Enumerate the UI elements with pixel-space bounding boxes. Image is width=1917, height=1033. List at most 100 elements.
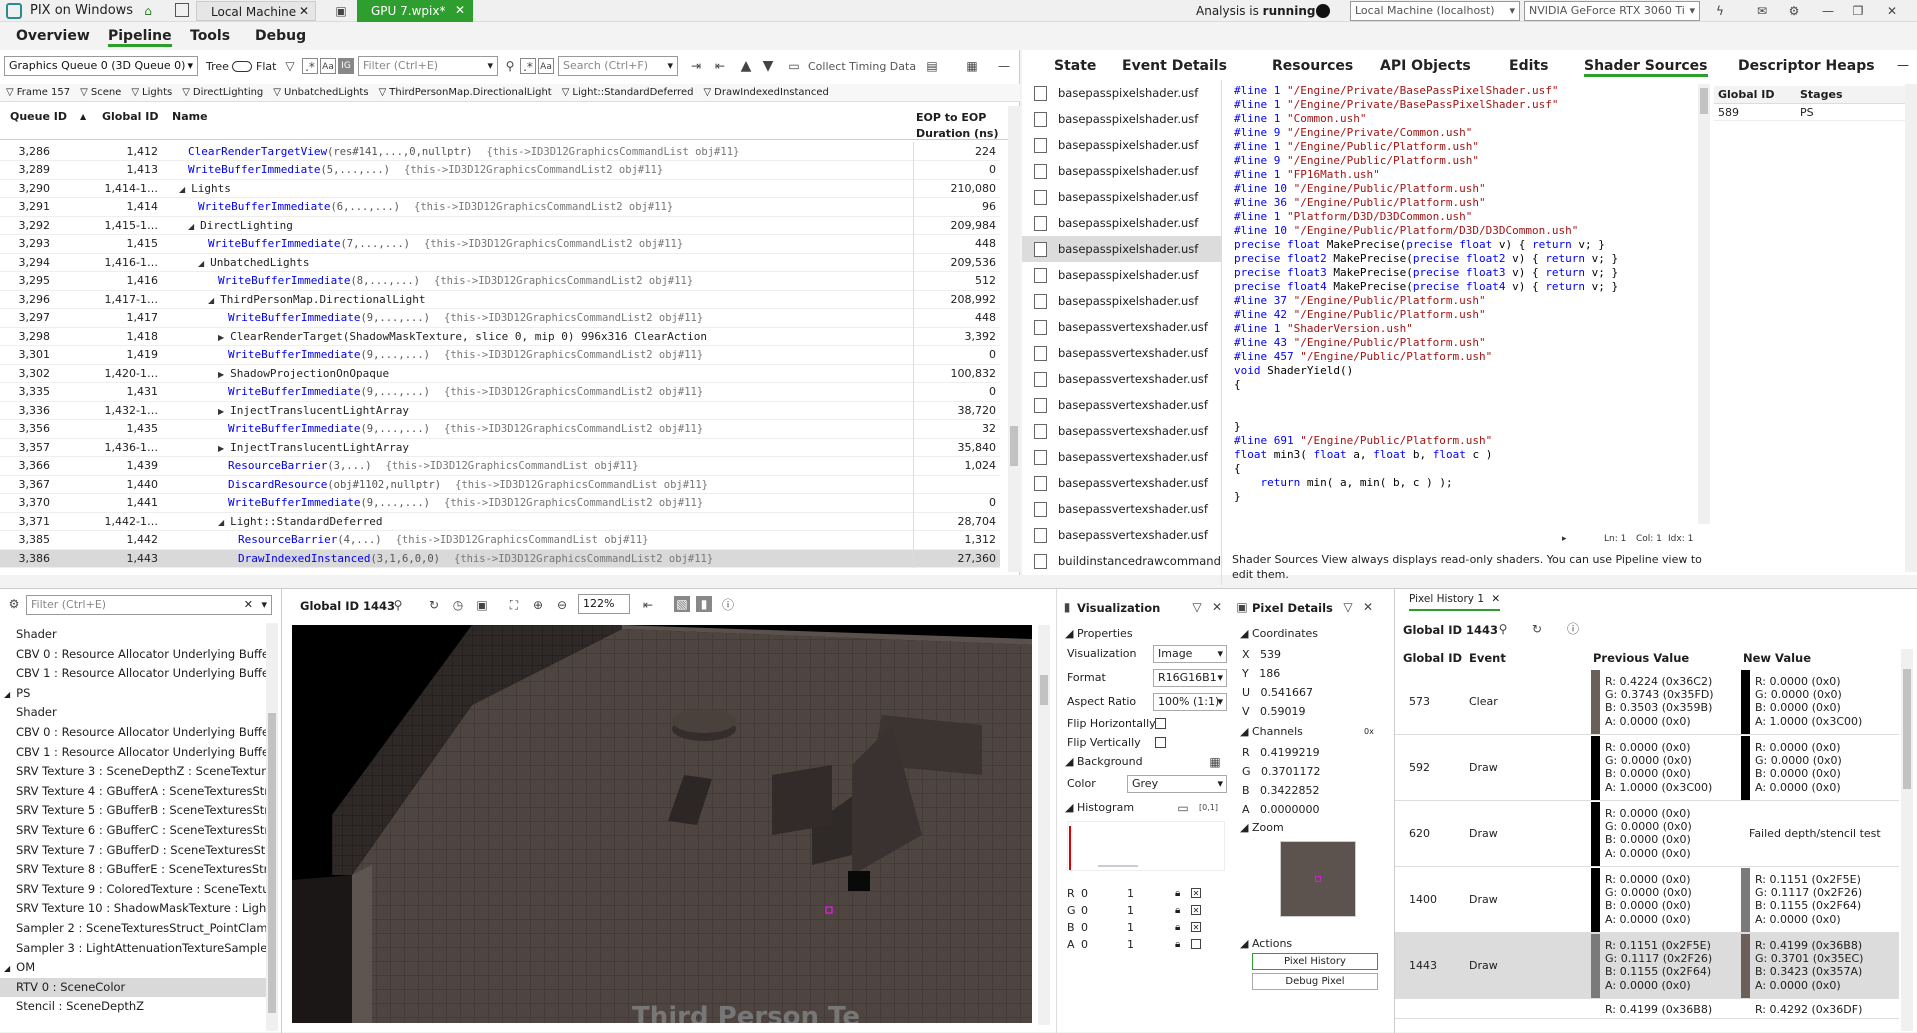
file-item[interactable]: basepasspixelshader.usf	[1022, 158, 1221, 184]
file-item[interactable]: basepassvertexshader.usf	[1022, 444, 1221, 470]
resource-item[interactable]: Shader	[0, 703, 266, 723]
file-item[interactable]: basepassvertexshader.usf	[1022, 522, 1221, 548]
breadcrumb-item[interactable]: ▽ DrawIndexedInstanced	[703, 87, 828, 98]
file-item[interactable]: basepassvertexshader.usf	[1022, 366, 1221, 392]
col-stages[interactable]: Stages	[1800, 86, 1843, 104]
menu-overview[interactable]: Overview	[16, 28, 90, 44]
breadcrumb-item[interactable]: ▽ Scene	[80, 87, 121, 98]
close-icon[interactable]: ✕	[1360, 599, 1376, 615]
history-row[interactable]: 1443 Draw R: 0.1151 (0x2F5E) G: 0.1117 (0x2…	[1395, 933, 1899, 999]
aspect-select[interactable]: 100% (1:1) ▾	[1153, 693, 1227, 711]
scroll-thumb[interactable]	[268, 713, 276, 1013]
table-row[interactable]: 3,294 1,416-1… ◢ UnbatchedLights 209,536	[0, 253, 1000, 272]
collapse-panel-icon[interactable]: —	[1897, 58, 1909, 72]
col-duration[interactable]: EOP to EOP Duration (ns)	[916, 110, 1006, 142]
tab-descriptor-heaps[interactable]: Descriptor Heaps	[1738, 58, 1875, 74]
first-frame-icon[interactable]: ⇤	[640, 597, 656, 613]
close-icon[interactable]: ✕	[455, 3, 465, 17]
settings-icon[interactable]: ⚙	[6, 596, 22, 612]
histogram-section[interactable]: ◢ Histogram	[1061, 799, 1134, 817]
channel-max[interactable]: 1	[1127, 902, 1134, 919]
color-select[interactable]: Grey ▾	[1127, 775, 1227, 793]
table-row[interactable]: 3,302 1,420-1… ▶ ShadowProjectionOnOpaque 10…	[0, 364, 1000, 383]
close-icon[interactable]: ✕	[1491, 593, 1500, 605]
table-row[interactable]: 3,297 1,417 WriteBufferImmediate(9,...,...…	[0, 308, 1000, 327]
lightning-icon[interactable]: ϟ	[1712, 3, 1728, 19]
zoom-section[interactable]: ◢ Zoom	[1236, 819, 1284, 837]
resource-item[interactable]: Sampler 3 : LightAttenuationTextureSampl…	[0, 939, 266, 959]
channel-max[interactable]: 1	[1127, 936, 1134, 953]
debug-pixel-button[interactable]: Debug Pixel	[1252, 973, 1378, 990]
col-event[interactable]: Event	[1469, 651, 1506, 665]
history-icon[interactable]: ◷	[450, 597, 466, 613]
channels-badge[interactable]: 0x	[1364, 727, 1374, 736]
table-row[interactable]: 3,296 1,417-1… ◢ ThirdPersonMap.Directional…	[0, 290, 1000, 309]
home-icon[interactable]: ⌂	[140, 3, 156, 19]
table-row[interactable]: 3,371 1,442-1… ◢ Light::StandardDeferred 28,…	[0, 512, 1000, 531]
table-row[interactable]: 3,301 1,419 WriteBufferImmediate(9,...,...…	[0, 345, 1000, 364]
zoom-in-icon[interactable]: ⊕	[530, 597, 546, 613]
resource-item[interactable]: RTV 0 : SceneColor	[0, 977, 266, 998]
tab-shader-sources[interactable]: Shader Sources	[1584, 58, 1708, 77]
file-item[interactable]: basepassvertexshader.usf	[1022, 418, 1221, 444]
restore-icon[interactable]: ❐	[1850, 3, 1866, 19]
close-icon[interactable]: ✕	[299, 4, 309, 18]
save-icon[interactable]: ▣	[474, 597, 490, 613]
channel-max[interactable]: 1	[1127, 919, 1134, 936]
resource-item[interactable]: SRV Texture 10 : ShadowMaskTexture : Lig…	[0, 899, 266, 919]
resource-item[interactable]: SRV Texture 8 : GBufferE : SceneTextures…	[0, 860, 266, 880]
table-row[interactable]: 3,386 1,443 DrawIndexedInstanced(3,1,6,0,0…	[0, 549, 1000, 568]
match-case-icon[interactable]: Aa	[538, 58, 554, 74]
breadcrumb-item[interactable]: ▽ UnbatchedLights	[273, 87, 368, 98]
col-global-id[interactable]: Global ID	[1718, 86, 1774, 104]
resource-item[interactable]: CBV 1 : Resource Allocator Underlying Bu…	[0, 664, 266, 684]
history-row[interactable]: 620 Draw R: 0.0000 (0x0) G: 0.0000 (0x0) B: …	[1395, 801, 1899, 867]
filter-icon[interactable]: ▽	[282, 58, 298, 74]
file-item[interactable]: basepasspixelshader.usf	[1022, 236, 1221, 262]
table-row[interactable]: 3,336 1,432-1… ▶ InjectTranslucentLightArra…	[0, 401, 1000, 420]
tab-api-objects[interactable]: API Objects	[1380, 58, 1471, 74]
gpu-events-icon[interactable]: IG	[338, 58, 354, 74]
lock-icon[interactable]: 🔒︎	[1175, 936, 1180, 953]
properties-section[interactable]: ◢ Properties	[1061, 625, 1133, 643]
gpu-select[interactable]: NVIDIA GeForce RTX 3060 Ti ▾	[1524, 1, 1700, 21]
menu-debug[interactable]: Debug	[255, 28, 306, 44]
breadcrumb-item[interactable]: ▽ Light::StandardDeferred	[562, 87, 694, 98]
expand-icon[interactable]: ▶	[218, 407, 224, 416]
channel-toggle-checkbox[interactable]: ✕	[1191, 888, 1201, 898]
export-icon[interactable]: ▤	[924, 58, 940, 74]
col-previous-value[interactable]: Previous Value	[1593, 651, 1689, 665]
table-row[interactable]: 3,292 1,415-1… ◢ DirectLighting 209,984	[0, 216, 1000, 235]
resource-item[interactable]: SRV Texture 3 : SceneDepthZ : SceneTextu…	[0, 762, 266, 782]
window-close-icon[interactable]: ✕	[1884, 3, 1900, 19]
expand-icon[interactable]: ▶	[218, 333, 224, 342]
lock-icon[interactable]: 🔒︎	[1175, 885, 1180, 902]
menu-tools[interactable]: Tools	[190, 28, 230, 44]
refresh-icon[interactable]: ↻	[1529, 621, 1545, 637]
channel-toggle-checkbox[interactable]: ✕	[1191, 905, 1201, 915]
resource-section[interactable]: ◢ PS	[0, 684, 266, 704]
match-case-icon[interactable]: Aa	[320, 58, 336, 74]
resource-item[interactable]: Stencil : SceneDepthZ	[0, 997, 266, 1017]
filter-icon[interactable]: ▽	[1189, 599, 1205, 615]
tree-flat-toggle[interactable]	[232, 61, 252, 72]
resource-item[interactable]: SRV Texture 5 : GBufferB : SceneTextures…	[0, 801, 266, 821]
resource-item[interactable]: CBV 0 : Resource Allocator Underlying Bu…	[0, 723, 266, 743]
history-row[interactable]: R: 0.4199 (0x36B8) R: 0.4292 (0x36DF)	[1395, 999, 1899, 1019]
table-row[interactable]: 3,366 1,439 ResourceBarrier(3,...) {this->I…	[0, 456, 1000, 475]
resource-item[interactable]: SRV Texture 6 : GBufferC : SceneTextures…	[0, 821, 266, 841]
regex-icon[interactable]: .*	[520, 58, 536, 74]
channel-toggle-checkbox[interactable]: ✕	[1191, 922, 1201, 932]
channel-max[interactable]: 1	[1127, 885, 1134, 902]
prev-icon[interactable]: ⇤	[712, 58, 728, 74]
table-row[interactable]: 3,291 1,414 WriteBufferImmediate(6,...,...…	[0, 197, 1000, 216]
col-global-id[interactable]: Global ID	[102, 110, 158, 123]
clipboard-icon[interactable]: ▦	[964, 58, 980, 74]
channel-toggle-checkbox[interactable]	[1191, 939, 1201, 949]
collect-timing-button[interactable]: Collect Timing Data	[808, 60, 916, 73]
stop-icon[interactable]	[1316, 4, 1330, 18]
visualization-select[interactable]: Image ▾	[1153, 645, 1227, 663]
resource-item[interactable]: SRV Texture 7 : GBufferD : SceneTextures…	[0, 841, 266, 861]
checker-icon[interactable]: ▦	[1207, 754, 1223, 770]
table-row[interactable]: 3,335 1,431 WriteBufferImmediate(9,...,...…	[0, 382, 1000, 401]
